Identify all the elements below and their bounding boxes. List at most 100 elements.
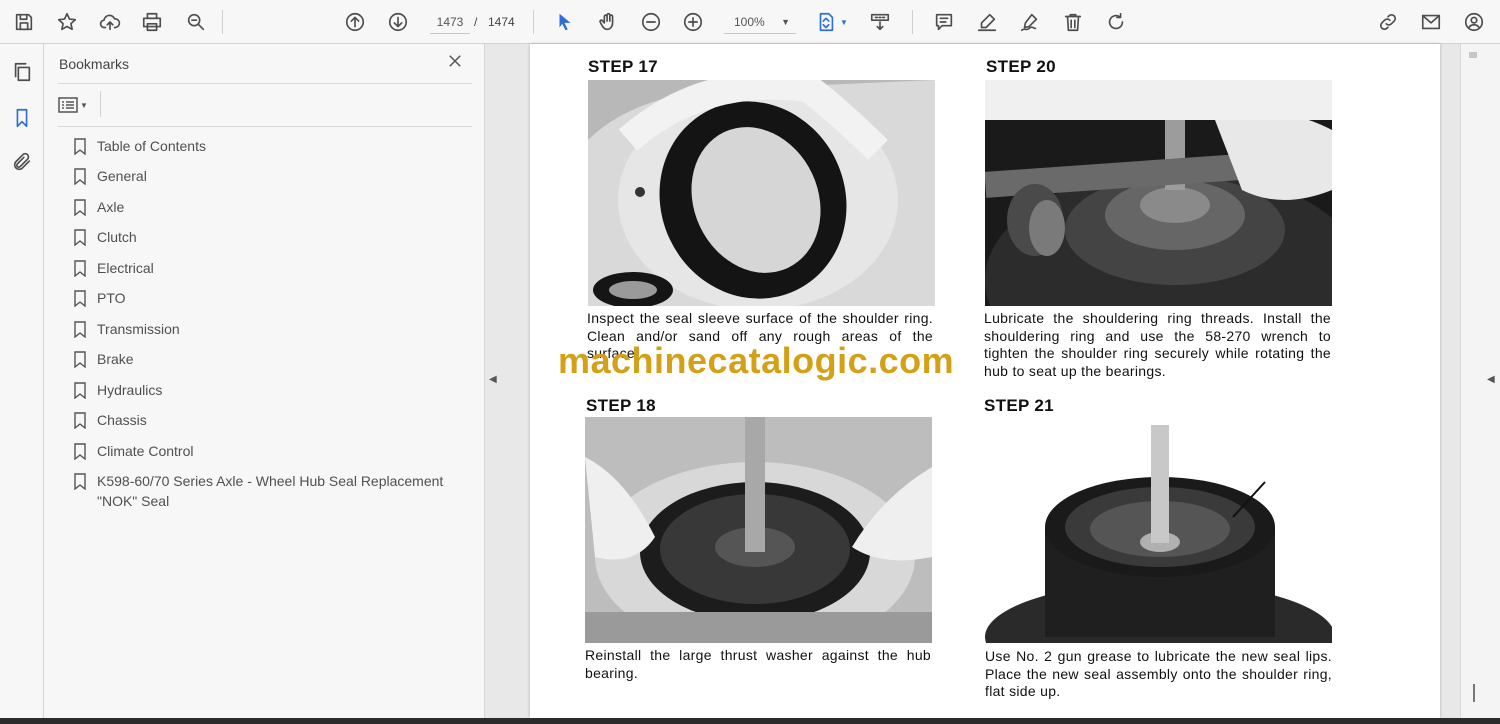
bookmark-item[interactable]: General [74,166,484,186]
collapse-panel-arrow-icon[interactable]: ◀ [489,374,497,385]
bookmark-icon [74,166,88,186]
attachment-icon[interactable] [8,148,36,176]
bookmark-icon [74,349,88,369]
rotate-icon[interactable] [1102,8,1130,36]
bookmark-label: Electrical [97,260,154,276]
bookmark-label: Transmission [97,321,180,337]
page-separator: / [474,15,478,29]
panel-divider [58,83,472,84]
star-icon[interactable] [53,8,81,36]
mail-icon[interactable] [1417,8,1445,36]
page-up-icon[interactable] [341,8,369,36]
step-18-photo [585,417,932,643]
close-icon[interactable] [446,52,470,76]
bookmark-label: Table of Contents [97,138,206,154]
page-thumbnails-icon[interactable] [8,58,36,86]
bookmark-icon [74,227,88,247]
pdf-page: STEP 17 Inspect the seal sleeve surface … [530,44,1440,718]
bookmark-item[interactable]: Chassis [74,410,484,430]
chevron-down-icon: ▼ [80,100,88,110]
zoom-search-icon[interactable] [182,8,210,36]
step-21-photo [985,417,1332,643]
page-number-input[interactable]: 1473 [430,10,470,34]
options-divider [100,91,101,117]
fit-page-icon[interactable] [812,8,840,36]
bookmark-item[interactable]: Brake [74,349,484,369]
highlight-icon[interactable] [973,8,1001,36]
bookmark-label: Chassis [97,412,147,428]
bookmark-icon [74,441,88,461]
bookmark-item[interactable]: Transmission [74,319,484,339]
bookmark-item[interactable]: K598-60/70 Series Axle - Wheel Hub Seal … [74,471,484,511]
bookmark-item[interactable]: Table of Contents [74,136,484,156]
zoom-in-icon[interactable] [679,8,707,36]
watermark-text: machinecatalogic.com [558,340,955,381]
step-caption: Reinstall the large thrust washer agains… [585,647,931,681]
panel-divider [58,126,472,127]
main-toolbar: 1473 / 1474 100% ▼ ▼ [0,0,1500,44]
save-icon[interactable] [10,8,38,36]
zoom-select[interactable]: 100% ▼ [724,10,796,34]
step-20-photo [985,80,1332,306]
bookmark-icon [74,197,88,217]
vertical-scrollbar[interactable]: ◀ [1460,44,1500,718]
bookmark-icon [74,288,88,308]
toolbar-divider [533,10,534,34]
bookmark-icon [74,380,88,400]
toolbar-divider [912,10,913,34]
bookmark-icon [74,258,88,278]
bookmark-icon [74,136,88,156]
step-title: STEP 21 [984,396,1054,415]
zoom-value: 100% [734,15,765,29]
scroll-marker [1469,52,1477,58]
bookmark-item[interactable]: Climate Control [74,441,484,461]
bookmark-icon [74,471,88,491]
toolbar-divider [222,10,223,34]
sign-icon[interactable] [1016,8,1044,36]
list-options-icon [58,97,78,113]
cloud-upload-icon[interactable] [96,8,124,36]
select-cursor-icon[interactable] [551,8,579,36]
page-total: 1474 [488,15,515,29]
bookmark-label: Climate Control [97,443,194,459]
scroll-mode-icon[interactable] [866,8,894,36]
bookmark-label: General [97,168,147,184]
bookmarks-panel: Bookmarks ▼ Table of Contents General Axle… [44,44,485,724]
delete-icon[interactable] [1059,8,1087,36]
share-link-icon[interactable] [1374,8,1402,36]
comment-icon[interactable] [930,8,958,36]
panel-title: Bookmarks [59,56,130,72]
bookmark-label: Brake [97,351,134,367]
step-caption: Lubricate the shouldering ring threads. … [984,310,1331,379]
bookmark-item[interactable]: PTO [74,288,484,308]
bookmark-label: Hydraulics [97,382,163,398]
bookmark-item[interactable]: Electrical [74,258,484,278]
bookmark-icon [74,319,88,339]
account-icon[interactable] [1460,8,1488,36]
expand-panel-arrow-icon[interactable]: ◀ [1487,374,1495,385]
bookmark-label: K598-60/70 Series Axle - Wheel Hub Seal … [97,473,444,509]
bookmark-icon [74,410,88,430]
bookmark-options-button[interactable]: ▼ [58,94,94,116]
bookmark-label: Axle [97,199,125,215]
scroll-thumb[interactable] [1473,684,1475,702]
bookmark-label: PTO [97,290,126,306]
step-title: STEP 20 [986,57,1056,76]
bookmark-label: Clutch [97,229,137,245]
chevron-down-icon: ▼ [781,17,790,27]
chevron-down-icon[interactable]: ▼ [838,8,850,36]
hand-icon[interactable] [594,8,622,36]
step-caption: Use No. 2 gun grease to lubricate the ne… [985,648,1332,699]
taskbar-strip [0,718,1500,724]
left-navigation-rail [0,44,44,724]
bookmark-item[interactable]: Clutch [74,227,484,247]
bookmarks-icon[interactable] [8,104,36,132]
page-down-icon[interactable] [384,8,412,36]
step-title: STEP 17 [588,57,658,76]
step-17-photo [588,80,935,306]
zoom-out-icon[interactable] [637,8,665,36]
step-title: STEP 18 [586,396,656,415]
bookmark-item[interactable]: Axle [74,197,484,217]
bookmark-item[interactable]: Hydraulics [74,380,484,400]
print-icon[interactable] [138,8,166,36]
